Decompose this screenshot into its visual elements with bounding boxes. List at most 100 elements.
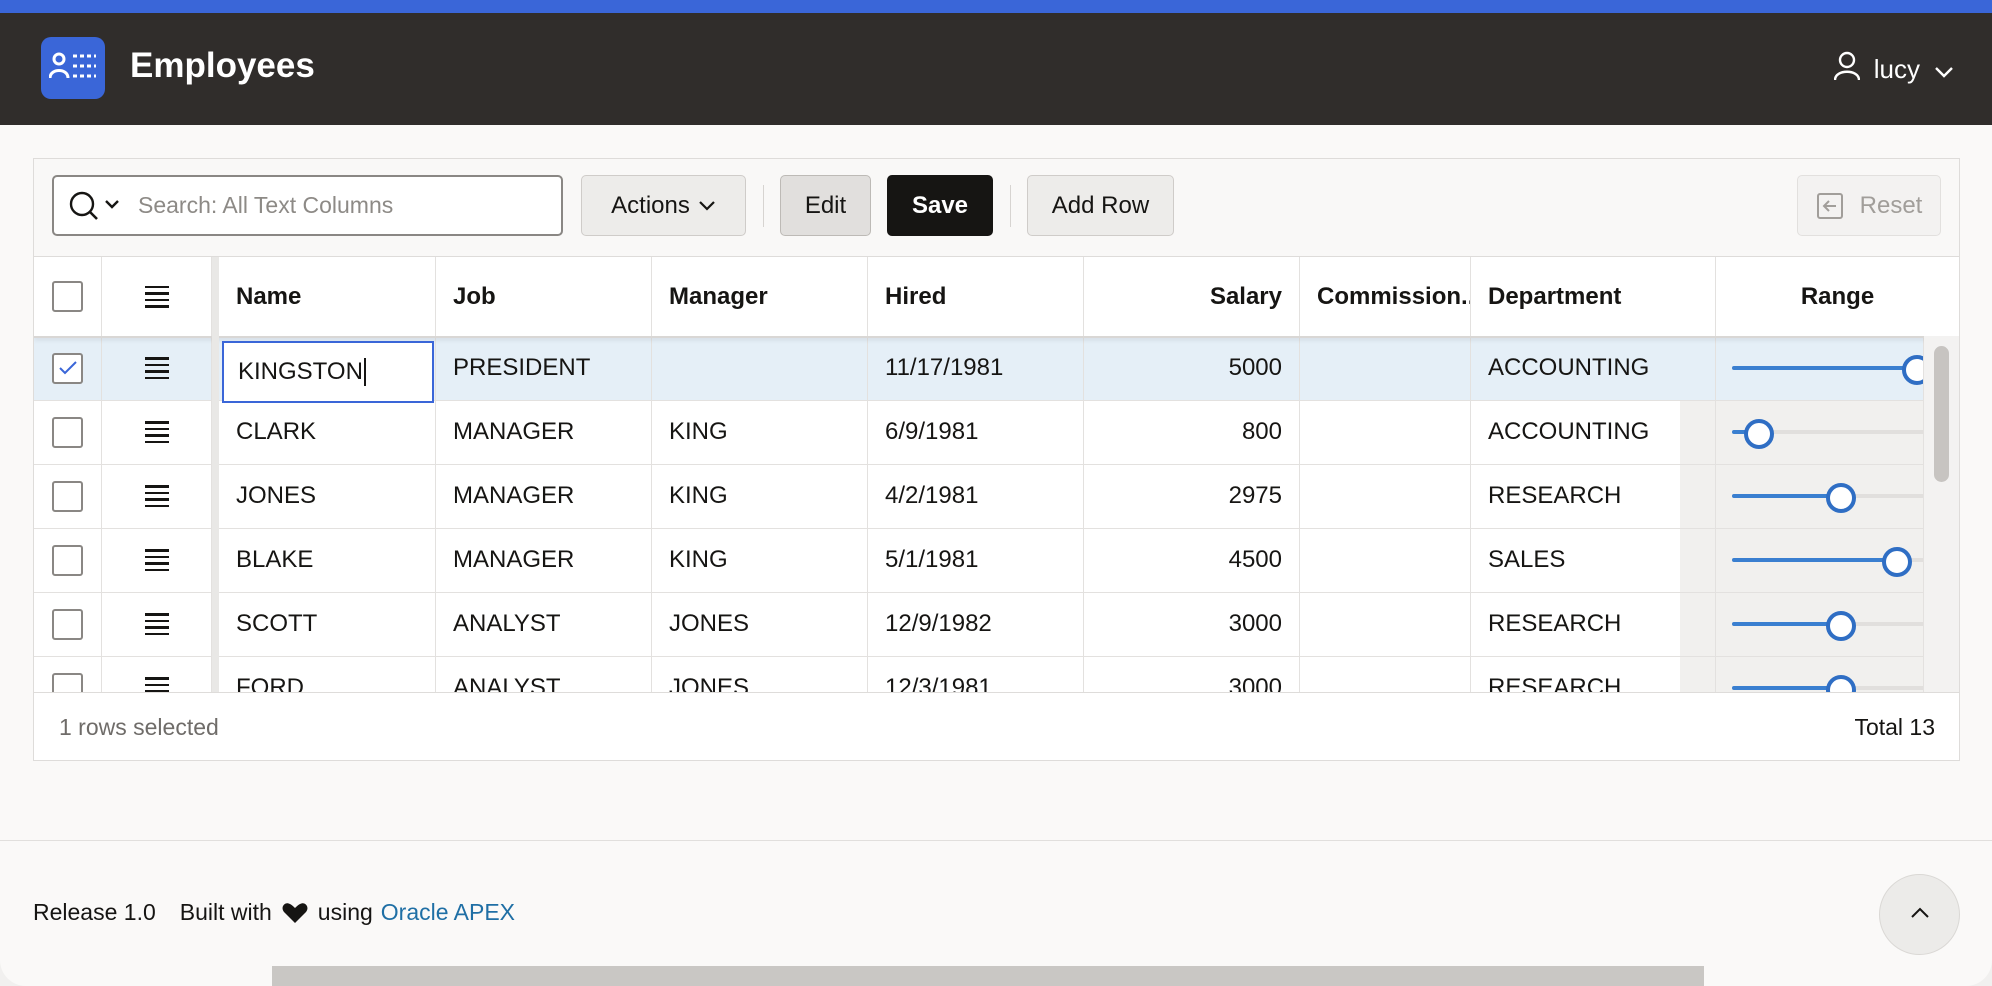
cell-commission[interactable] <box>1300 528 1471 592</box>
cell-salary[interactable]: 3000 <box>1084 656 1300 692</box>
scrollbar-thumb[interactable] <box>1934 346 1949 482</box>
cell-manager[interactable]: JONES <box>652 656 868 692</box>
save-button[interactable]: Save <box>887 175 993 236</box>
cell-hired[interactable]: 5/1/1981 <box>868 528 1084 592</box>
table-row[interactable]: FORD ANALYST JONES 12/3/1981 3000 RESEARCH <box>34 656 1959 692</box>
row-menu-icon[interactable] <box>144 677 169 692</box>
scroll-to-top-button[interactable] <box>1879 874 1960 955</box>
cell-name[interactable]: BLAKE <box>219 528 436 592</box>
cell-hired[interactable]: 12/9/1982 <box>868 592 1084 656</box>
cell-commission[interactable] <box>1300 336 1471 400</box>
cell-job[interactable]: MANAGER <box>436 400 652 464</box>
row-menu-icon[interactable] <box>144 421 169 443</box>
cell-department[interactable]: ACCOUNTING <box>1471 336 1716 400</box>
cell-manager[interactable]: JONES <box>652 592 868 656</box>
row-menu-cell <box>102 656 212 692</box>
slider-knob[interactable] <box>1825 675 1856 692</box>
row-menu-icon[interactable] <box>144 549 169 571</box>
range-slider[interactable] <box>1732 545 1923 577</box>
cell-manager[interactable]: KING <box>652 464 868 528</box>
slider-knob[interactable] <box>1881 547 1912 577</box>
cell-job[interactable]: ANALYST <box>436 592 652 656</box>
reset-icon <box>1816 192 1844 220</box>
user-name: lucy <box>1873 53 1920 84</box>
slider-knob[interactable] <box>1902 355 1923 385</box>
app-logo-icon[interactable] <box>41 37 105 99</box>
user-menu[interactable]: lucy <box>1833 49 1954 89</box>
cell-job[interactable]: PRESIDENT <box>436 336 652 400</box>
cell-manager[interactable]: KING <box>652 400 868 464</box>
table-row[interactable]: JONES MANAGER KING 4/2/1981 2975 RESEARCH <box>34 464 1959 529</box>
row-checkbox[interactable] <box>52 352 83 384</box>
cell-hired[interactable]: 4/2/1981 <box>868 464 1084 528</box>
cell-salary[interactable]: 4500 <box>1084 528 1300 592</box>
row-menu-icon[interactable] <box>144 613 169 635</box>
table-row[interactable]: CLARK MANAGER KING 6/9/1981 800 ACCOUNTING <box>34 400 1959 465</box>
cell-salary[interactable]: 800 <box>1084 400 1300 464</box>
row-menu-icon[interactable] <box>144 357 169 379</box>
cell-salary[interactable]: 2975 <box>1084 464 1300 528</box>
range-slider[interactable] <box>1732 353 1923 385</box>
range-slider[interactable] <box>1732 417 1923 449</box>
cell-name[interactable]: SCOTT <box>219 592 436 656</box>
column-header-job[interactable]: Job <box>436 257 652 336</box>
frozen-column-divider[interactable] <box>212 257 219 692</box>
slider-knob[interactable] <box>1825 483 1856 513</box>
cell-manager[interactable] <box>652 336 868 400</box>
cell-job[interactable]: MANAGER <box>436 528 652 592</box>
cell-hired[interactable]: 12/3/1981 <box>868 656 1084 692</box>
cell-department[interactable]: RESEARCH <box>1471 592 1716 656</box>
cell-commission[interactable] <box>1300 656 1471 692</box>
cell-name[interactable]: JONES <box>219 464 436 528</box>
cell-department[interactable]: ACCOUNTING <box>1471 400 1716 464</box>
cell-department[interactable]: RESEARCH <box>1471 464 1716 528</box>
grid-header-row: Name Job Manager Hired Salary Commission… <box>34 257 1959 338</box>
column-header-commission[interactable]: Commission... <box>1300 257 1471 336</box>
vertical-scrollbar[interactable] <box>1924 336 1959 692</box>
table-row[interactable]: SCOTT ANALYST JONES 12/9/1982 3000 RESEARCH <box>34 592 1959 657</box>
row-checkbox[interactable] <box>52 416 83 448</box>
cell-commission[interactable] <box>1300 592 1471 656</box>
search-icon[interactable] <box>68 191 120 221</box>
cell-name[interactable]: FORD <box>219 656 436 692</box>
row-checkbox[interactable] <box>52 608 83 640</box>
column-header-salary[interactable]: Salary <box>1084 257 1300 336</box>
row-menu-icon[interactable] <box>144 485 169 507</box>
table-row[interactable]: BLAKE MANAGER KING 5/1/1981 4500 SALES <box>34 528 1959 593</box>
grid-toolbar: Actions Edit Save Add Row Reset <box>34 159 1959 257</box>
oracle-apex-link[interactable]: Oracle APEX <box>381 899 515 926</box>
cell-job[interactable]: ANALYST <box>436 656 652 692</box>
edit-button[interactable]: Edit <box>780 175 871 236</box>
column-header-name[interactable]: Name <box>219 257 436 336</box>
cell-name[interactable]: CLARK <box>219 400 436 464</box>
cell-commission[interactable] <box>1300 400 1471 464</box>
column-header-range[interactable]: Range <box>1716 257 1959 336</box>
search-input[interactable] <box>136 191 530 220</box>
cell-manager[interactable]: KING <box>652 528 868 592</box>
row-checkbox[interactable] <box>52 672 83 692</box>
cell-salary[interactable]: 5000 <box>1084 336 1300 400</box>
row-checkbox[interactable] <box>52 480 83 512</box>
cell-hired[interactable]: 11/17/1981 <box>868 336 1084 400</box>
cell-hired[interactable]: 6/9/1981 <box>868 400 1084 464</box>
cell-job[interactable]: MANAGER <box>436 464 652 528</box>
column-header-manager[interactable]: Manager <box>652 257 868 336</box>
cell-commission[interactable] <box>1300 464 1471 528</box>
slider-knob[interactable] <box>1743 419 1774 449</box>
cell-department[interactable]: SALES <box>1471 528 1716 592</box>
select-all-checkbox[interactable] <box>52 281 83 312</box>
cell-salary[interactable]: 3000 <box>1084 592 1300 656</box>
slider-knob[interactable] <box>1825 611 1856 641</box>
row-checkbox[interactable] <box>52 544 83 576</box>
column-header-hired[interactable]: Hired <box>868 257 1084 336</box>
reset-button[interactable]: Reset <box>1797 175 1941 236</box>
range-slider[interactable] <box>1732 609 1923 641</box>
range-slider[interactable] <box>1732 481 1923 513</box>
column-header-department[interactable]: Department <box>1471 257 1716 336</box>
cell-department[interactable]: RESEARCH <box>1471 656 1716 692</box>
actions-button[interactable]: Actions <box>581 175 746 236</box>
row-menu-icon[interactable] <box>144 285 169 308</box>
name-edit-input[interactable]: KINGSTON <box>222 341 434 403</box>
add-row-button[interactable]: Add Row <box>1027 175 1174 236</box>
range-slider[interactable] <box>1732 673 1923 692</box>
